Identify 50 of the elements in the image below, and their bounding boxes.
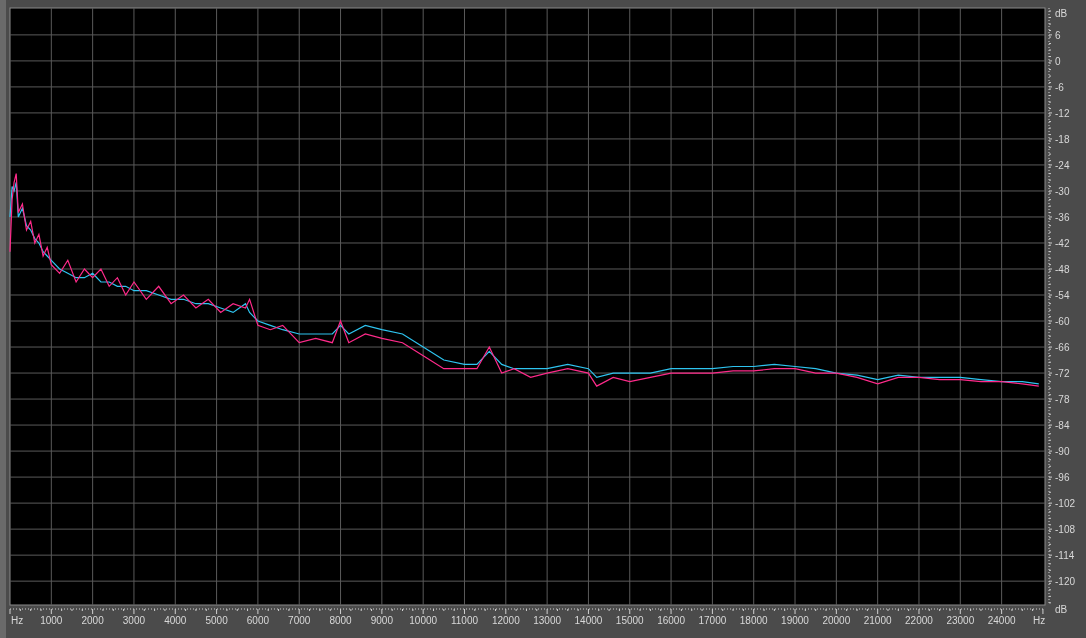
x-tick-label: 9000 [370,615,393,626]
y-tick-label: -96 [1055,472,1070,484]
y-tick-label: -114 [1055,550,1075,562]
y-tick-label: -6 [1055,81,1064,93]
x-tick-label: 12000 [491,615,520,626]
y-tick-label: -102 [1055,498,1075,510]
y-unit-label: dB [1055,8,1068,19]
x-tick-label: 11000 [450,615,479,626]
x-tick-label: 21000 [863,615,892,626]
y-tick-label: -12 [1055,107,1070,119]
x-tick-label: 24000 [987,615,1016,626]
x-tick-label: 16000 [657,615,685,626]
y-tick-label: -78 [1055,394,1070,406]
x-tick-label: 23000 [946,615,975,626]
y-unit-label: dB [1055,604,1068,615]
y-tick-label: -60 [1055,316,1070,327]
y-tick-label: -90 [1055,446,1070,458]
x-tick-label: 3000 [122,615,146,626]
y-tick-label: -42 [1055,238,1070,249]
y-tick-label: -120 [1055,576,1075,588]
x-tick-label: 10000 [409,615,438,626]
x-unit-label: Hz [11,615,24,626]
y-tick-label: -24 [1055,159,1070,171]
x-tick-label: 1000 [40,615,63,626]
x-tick-label: 19000 [781,615,809,626]
y-tick-label: -30 [1055,185,1070,197]
x-tick-label: 18000 [739,615,768,626]
x-tick-label: 7000 [288,615,311,626]
y-tick-label: -72 [1055,368,1070,380]
y-tick-label: 6 [1055,29,1061,41]
y-tick-label: -66 [1055,342,1070,354]
x-tick-label: 5000 [205,615,228,626]
y-tick-label: -18 [1055,133,1070,145]
x-tick-label: 20000 [822,615,851,626]
y-tick-label: 0 [1055,55,1061,67]
x-tick-label: 14000 [574,615,603,626]
x-tick-label: 8000 [329,615,352,626]
x-tick-label: 4000 [164,615,187,626]
x-tick-label: 2000 [81,615,104,626]
x-tick-label: 6000 [246,615,270,626]
y-tick-label: -108 [1055,524,1075,536]
x-tick-label: 17000 [698,615,727,626]
x-unit-label: Hz [1033,615,1046,626]
y-tick-label: -84 [1055,420,1070,432]
x-tick-label: 13000 [533,615,562,626]
y-tick-label: -54 [1055,290,1070,301]
x-tick-label: 22000 [905,615,933,626]
y-tick-label: -48 [1055,264,1070,275]
y-tick-label: -36 [1055,211,1070,223]
x-tick-label: 15000 [615,615,644,626]
